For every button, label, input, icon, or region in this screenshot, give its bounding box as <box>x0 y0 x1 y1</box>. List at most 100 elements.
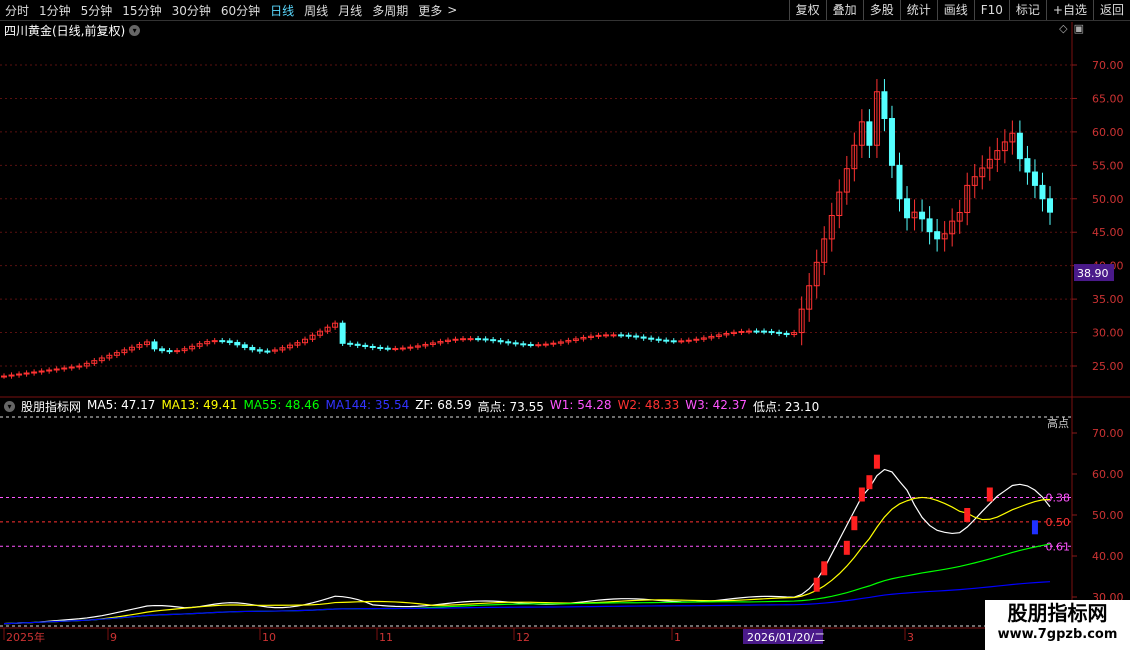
candle-body <box>384 347 391 350</box>
candle-body <box>926 218 933 233</box>
candle-body <box>174 350 181 353</box>
candle-body <box>211 340 218 343</box>
indicator-value: MA55: 48.46 <box>243 398 320 412</box>
signal-block <box>858 487 865 502</box>
indicator-value: W2: 48.33 <box>617 398 680 412</box>
candle-body <box>881 91 888 120</box>
candle-body <box>1016 132 1023 160</box>
ma55-line <box>3 543 1051 625</box>
indicator-tick-label: 70.00 <box>1092 427 1124 440</box>
candle-body <box>535 344 542 347</box>
candle-body <box>1024 158 1031 173</box>
candle-body <box>919 211 926 220</box>
date-label: 1 <box>674 631 681 644</box>
date-label: 2025年 <box>6 630 45 644</box>
candle-body <box>512 342 519 345</box>
price-tick-label: 65.00 <box>1092 92 1124 105</box>
price-tick-label: 45.00 <box>1092 226 1124 239</box>
candle-body <box>362 344 369 347</box>
date-label: 10 <box>262 631 276 644</box>
date-label: 11 <box>379 631 393 644</box>
candle-body <box>753 330 760 333</box>
candle-body <box>166 350 173 353</box>
ma13-line <box>3 496 1051 625</box>
candle-body <box>249 346 256 351</box>
candle-body <box>648 337 655 340</box>
signal-block <box>1031 520 1038 535</box>
signal-block <box>964 508 971 522</box>
candle-body <box>369 345 376 348</box>
date-label: 3 <box>907 631 914 644</box>
signal-block <box>851 516 858 531</box>
fib-level-label: 0.38 <box>1046 491 1071 504</box>
price-tick-label: 35.00 <box>1092 293 1124 306</box>
candle-body <box>745 330 752 333</box>
chevron-down-icon[interactable]: ▾ <box>4 401 15 412</box>
signal-block <box>821 561 828 576</box>
price-tick-label: 50.00 <box>1092 193 1124 206</box>
candle-body <box>610 334 617 337</box>
indicator-name[interactable]: 股朋指标网 <box>21 398 81 415</box>
ma5-line <box>3 468 1051 625</box>
signal-block <box>866 475 873 490</box>
indicator-tick-label: 50.00 <box>1092 509 1124 522</box>
candle-body <box>490 339 497 342</box>
candle-body <box>685 339 692 342</box>
indicator-value: MA5: 47.17 <box>87 398 156 412</box>
candle-body <box>1031 171 1038 186</box>
candle-body <box>542 343 549 346</box>
candle-body <box>603 334 610 337</box>
price-tick-label: 70.00 <box>1092 59 1124 72</box>
indicator-value: MA144: 35.54 <box>325 398 410 412</box>
date-label: 2026/01/20/二 <box>747 631 825 644</box>
date-label: 9 <box>110 631 117 644</box>
candle-body <box>264 350 271 353</box>
candle-body <box>1 375 7 378</box>
indicator-value: 高点: 73.55 <box>477 400 544 414</box>
fib-level-label: 0.61 <box>1046 540 1071 553</box>
candle-body <box>482 338 489 341</box>
candle-body <box>407 346 414 349</box>
indicator-value: ZF: 68.59 <box>415 398 472 412</box>
candle-body <box>934 231 941 240</box>
price-tick-label: 25.00 <box>1092 360 1124 373</box>
watermark: 股朋指标网 www.7gpzb.com <box>985 600 1130 650</box>
candle-body <box>1047 198 1053 213</box>
indicator-values: MA5: 47.17 MA13: 49.41 MA55: 48.46 MA144: 3… <box>87 398 819 415</box>
price-tick-label: 30.00 <box>1092 327 1124 340</box>
candle-body <box>633 335 640 338</box>
high-label: 高点 <box>1047 416 1069 430</box>
candle-body <box>896 164 903 200</box>
candle-body <box>655 338 662 341</box>
candle-body <box>761 330 768 333</box>
candle-body <box>866 121 873 146</box>
candle-body <box>738 330 745 333</box>
candle-body <box>256 349 263 352</box>
candle-body <box>678 340 685 343</box>
watermark-url: www.7gpzb.com <box>997 627 1118 642</box>
candle-body <box>460 338 467 341</box>
candle-body <box>768 331 775 334</box>
candle-body <box>595 334 602 337</box>
candle-body <box>339 322 346 344</box>
candle-body <box>625 334 632 337</box>
price-tick-label: 60.00 <box>1092 126 1124 139</box>
signal-block <box>873 454 880 469</box>
candle-body <box>520 343 527 346</box>
signal-block <box>813 577 820 592</box>
current-price-label: 38.90 <box>1077 267 1109 280</box>
candle-body <box>151 341 158 350</box>
candle-body <box>783 332 790 336</box>
candle-body <box>505 341 512 344</box>
candle-body <box>776 331 783 334</box>
kline-chart[interactable]: 70.00 65.00 60.00 55.00 50.00 45.00 40.00 35.00… <box>0 0 1130 650</box>
indicator-legend: ▾ 股朋指标网 MA5: 47.17 MA13: 49.41 MA55: 48.46… <box>4 398 819 415</box>
candle-body <box>467 338 474 341</box>
candle-body <box>226 340 233 343</box>
candle-body <box>497 340 504 343</box>
candle-body <box>1039 184 1046 200</box>
candle-body <box>550 342 557 345</box>
price-tick-label: 55.00 <box>1092 159 1124 172</box>
indicator-value: 低点: 23.10 <box>753 400 820 414</box>
candle-body <box>904 198 911 219</box>
